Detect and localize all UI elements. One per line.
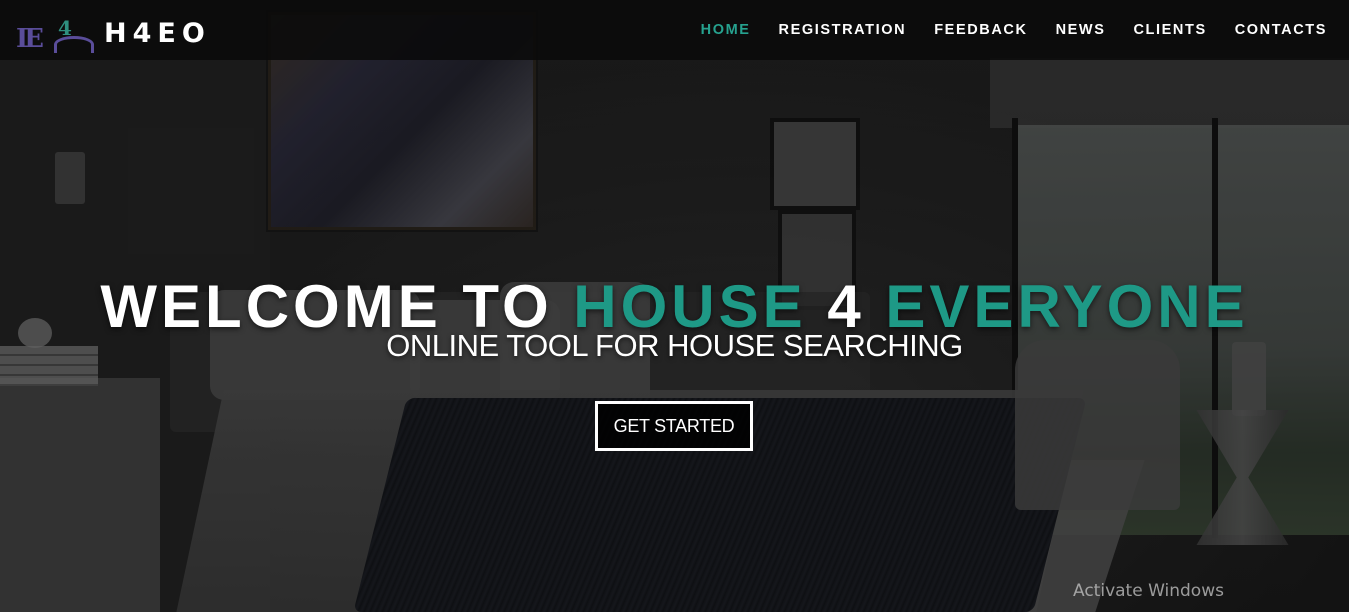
nav-item-home[interactable]: HOME — [701, 22, 751, 38]
navbar: IE 4 H4EO HOME REGISTRATION FEEDBACK NEW… — [0, 0, 1349, 60]
logo[interactable]: IE 4 H4EO — [14, 14, 211, 54]
nav-item-contacts[interactable]: CONTACTS — [1235, 22, 1327, 38]
logo-mark-icon: IE 4 — [14, 14, 96, 54]
activate-windows-watermark: Activate Windows — [1073, 581, 1224, 601]
logo-mark-arc — [54, 36, 94, 53]
nav-item-feedback[interactable]: FEEDBACK — [934, 22, 1027, 38]
nav-item-registration[interactable]: REGISTRATION — [779, 22, 907, 38]
hero-subtitle: ONLINE TOOL FOR HOUSE SEARCHING — [386, 328, 963, 363]
logo-mark-letters: IE — [16, 24, 44, 54]
main-nav: HOME REGISTRATION FEEDBACK NEWS CLIENTS … — [673, 0, 1327, 60]
nav-item-news[interactable]: NEWS — [1056, 22, 1106, 38]
logo-wordmark: H4EO — [104, 17, 211, 49]
get-started-button[interactable]: GET STARTED — [595, 401, 753, 451]
nav-item-clients[interactable]: CLIENTS — [1133, 22, 1206, 38]
